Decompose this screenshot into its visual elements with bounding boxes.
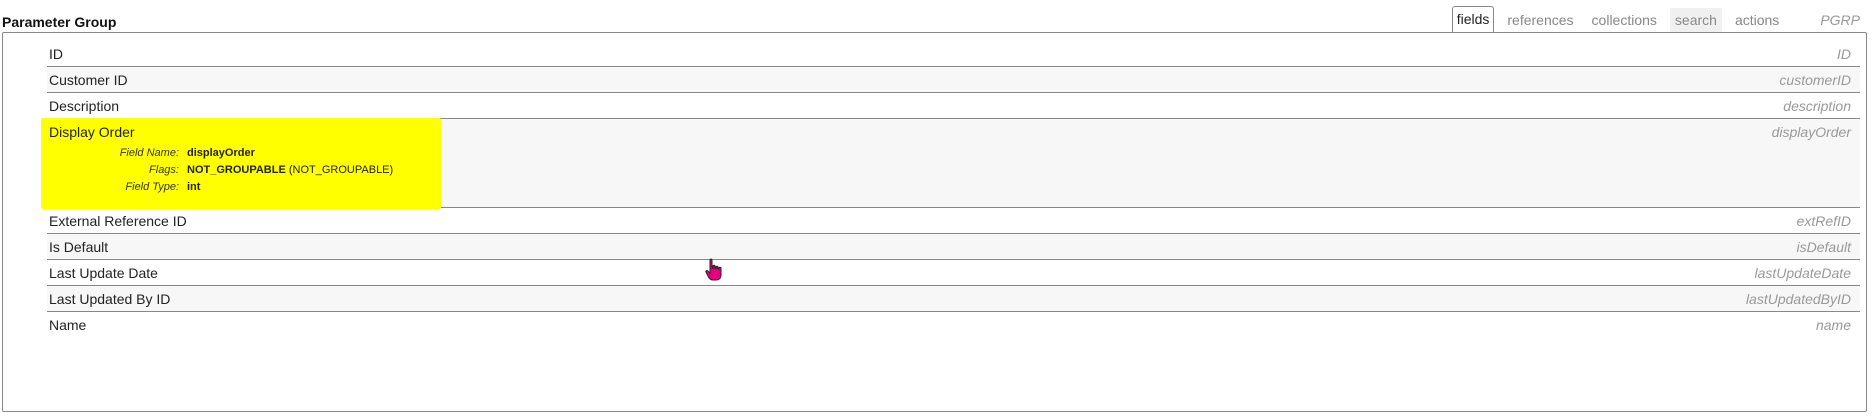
detail-value: displayOrder [187, 147, 255, 159]
object-code: PGRP [1820, 12, 1860, 28]
field-label: Description [49, 98, 120, 114]
field-row-display-order[interactable]: Display Order displayOrder Field Name: d… [41, 118, 1860, 209]
field-code: lastUpdatedByID [1745, 291, 1851, 307]
field-row-customer-id[interactable]: Customer ID customerID [47, 67, 1860, 93]
field-code: isDefault [1796, 239, 1851, 255]
detail-key: Field Type: [125, 181, 179, 193]
field-label: Last Updated By ID [49, 291, 171, 307]
field-code: description [1783, 98, 1851, 114]
detail-value: NOT_GROUPABLE (NOT_GROUPABLE) [187, 164, 394, 176]
detail-key: Field Name: [119, 147, 179, 159]
tab-references[interactable]: references [1502, 8, 1578, 32]
field-row-id[interactable]: ID ID [47, 41, 1860, 67]
field-row-ext-ref-id[interactable]: External Reference ID extRefID [47, 208, 1860, 234]
field-label: Last Update Date [49, 265, 158, 281]
field-code: name [1815, 317, 1851, 333]
field-label: Display Order [49, 124, 135, 140]
field-label: Name [49, 317, 87, 333]
field-label: ID [49, 46, 63, 62]
page-title: Parameter Group [2, 14, 117, 30]
tab-collections[interactable]: collections [1587, 8, 1662, 32]
field-list: ID ID Customer ID customerID Description… [41, 41, 1860, 338]
tab-bar: fields references collections search act… [1444, 6, 1872, 33]
field-code: lastUpdateDate [1754, 265, 1851, 281]
tab-search[interactable]: search [1669, 8, 1722, 32]
detail-value: int [187, 181, 201, 193]
tab-fields[interactable]: fields [1451, 6, 1495, 33]
fields-panel: ID ID Customer ID customerID Description… [2, 32, 1867, 412]
field-code: ID [1837, 46, 1851, 62]
field-row-last-updated-by-id[interactable]: Last Updated By ID lastUpdatedByID [47, 286, 1860, 312]
hand-pointer-icon [705, 258, 722, 281]
field-code: customerID [1779, 72, 1851, 88]
tab-actions[interactable]: actions [1730, 8, 1784, 32]
field-label: External Reference ID [49, 213, 187, 229]
field-row-last-update-date[interactable]: Last Update Date lastUpdateDate [47, 260, 1860, 286]
field-label: Is Default [49, 239, 109, 255]
detail-key: Flags: [149, 164, 179, 176]
field-row-description[interactable]: Description description [47, 93, 1860, 119]
field-code: extRefID [1796, 213, 1851, 229]
field-label: Customer ID [49, 72, 128, 88]
field-code: displayOrder [1771, 124, 1851, 140]
field-row-name[interactable]: Name name [47, 312, 1860, 338]
field-row-is-default[interactable]: Is Default isDefault [47, 234, 1860, 260]
